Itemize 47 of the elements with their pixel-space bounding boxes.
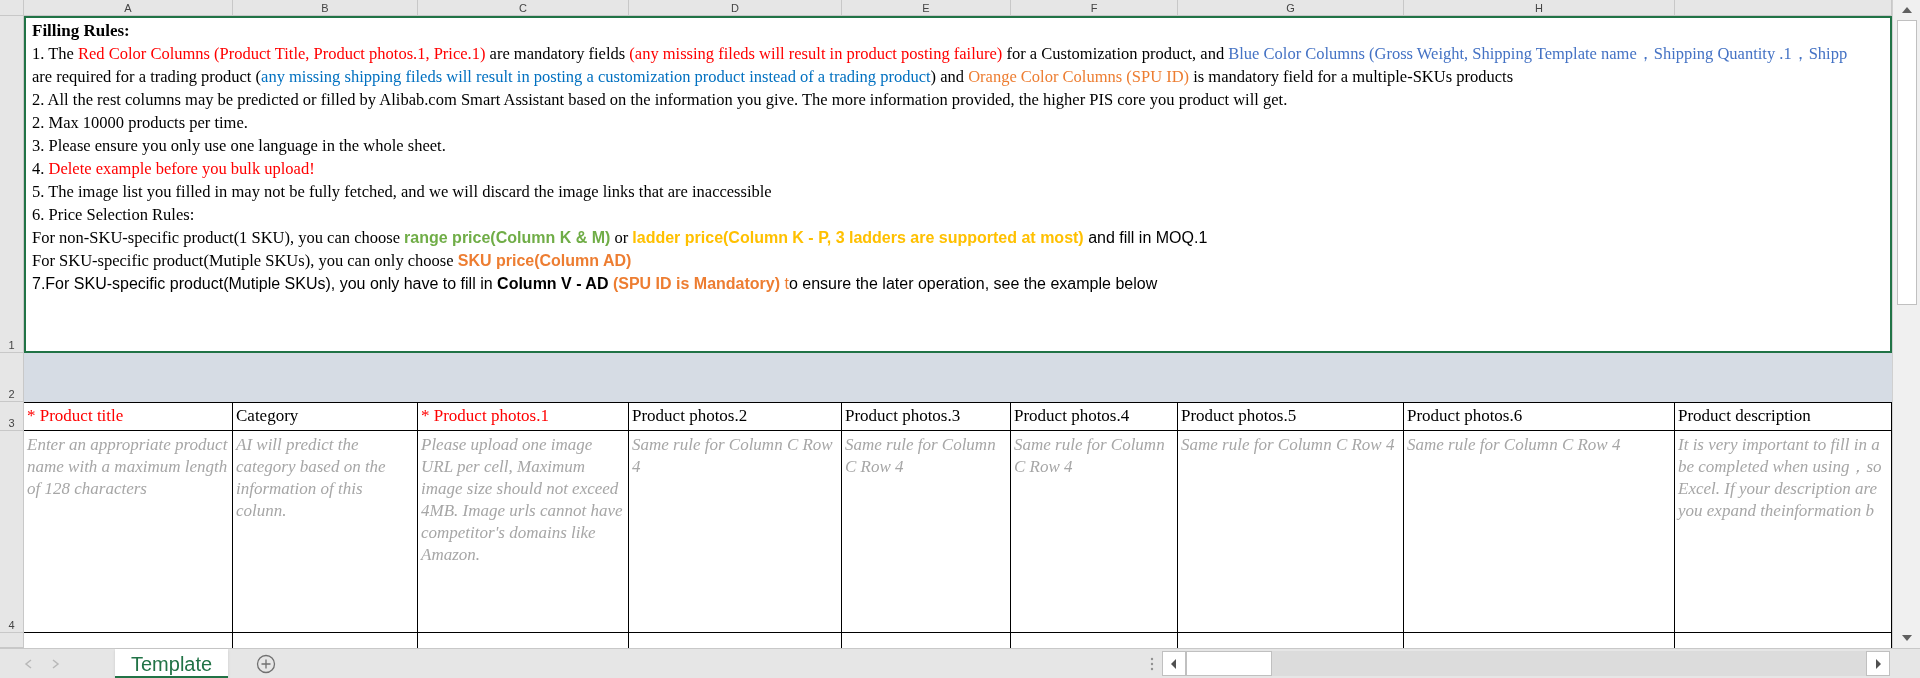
- rule-line: 3. Please ensure you only use one language in the whole sheet.: [32, 135, 446, 157]
- table-header-cell: * Product photos.1: [418, 402, 629, 431]
- sheet-tab[interactable]: Template: [115, 649, 229, 678]
- horizontal-scrollbar[interactable]: [1162, 651, 1890, 676]
- scrollbar-thumb[interactable]: [1896, 20, 1917, 305]
- scroll-right-icon[interactable]: [1874, 657, 1882, 670]
- hint-text: Please upload one image URL per cell, Maximum image size should not exceed 4MB. Image urls cannot have competitor's domains like Amazon.: [421, 434, 624, 566]
- rule-line: 7.For SKU-specific product(Mutiple SKUs), you only have to fill in Column V - AD (SPU ID is Mandatory) to ensure the later operation, see the example below: [32, 274, 1158, 294]
- rule-line: 1. The Red Color Columns (Product Title, Product photos.1, Price.1) are mandatory fields (any missing fileds will result in product posting failure) for a Customization product, and Blue Color Columns (Gross Weight, Shipping Template name，Shipping Quantity .1，Shipp: [32, 43, 1848, 65]
- hint-text: Same rule for Column C Row 4: [845, 434, 997, 478]
- table-header-cell: Product photos.2: [629, 402, 842, 431]
- rules-title: Filling Rules:: [32, 20, 131, 42]
- table-header-cell: Product photos.3: [842, 402, 1011, 431]
- rule-line: 2. Max 10000 products per time.: [32, 112, 248, 134]
- rule-line: 2. All the rest columns may be predicted or filled by Alibab.com Smart Assistant based on the information you give. The more information provided, the higher PIS core you product will get.: [32, 89, 1288, 111]
- table-header-cell: Product photos.6: [1404, 402, 1675, 431]
- hint-text: Same rule for Column C Row 4: [1014, 434, 1166, 478]
- splitter-handle-icon[interactable]: [1150, 656, 1154, 671]
- rule-line: 5. The image list you filled in may not be fully fetched, and we will discard the image links that are inaccessible: [32, 181, 772, 203]
- rule-line: are required for a trading product (any missing shipping fileds will result in posting a customization product instead of a trading product) and Orange Color Columns (SPU ID) is mandatory field for a multiple-SKUs products: [32, 66, 1514, 88]
- table-header-cell: Product photos.4: [1011, 402, 1178, 431]
- hint-text: AI will predict the category based on the information of this colunn.: [236, 434, 387, 522]
- row-header[interactable]: [0, 633, 24, 648]
- table-header-cell: Category: [233, 402, 418, 431]
- table-header-cell: Product description: [1675, 402, 1892, 431]
- scroll-left-icon[interactable]: [1170, 657, 1178, 670]
- row-header[interactable]: 2: [0, 353, 24, 402]
- hint-text: It is very important to fill in a be completed when using，so Excel. If your description are you expand theinformation b: [1678, 434, 1883, 522]
- add-sheet-icon[interactable]: [256, 653, 277, 674]
- next-sheet-icon[interactable]: [52, 658, 60, 669]
- row-header[interactable]: 4: [0, 431, 24, 633]
- hint-text: Enter an appropriate product name with a maximum length of 128 characters: [27, 434, 229, 500]
- hint-text: Same rule for Column C Row 4: [632, 434, 834, 478]
- hint-text: Same rule for Column C Row 4: [1407, 434, 1622, 456]
- rule-line: 6. Price Selection Rules:: [32, 204, 195, 226]
- row-header[interactable]: 1: [0, 16, 24, 353]
- previous-sheet-icon[interactable]: [24, 658, 32, 669]
- row-header[interactable]: 3: [0, 402, 24, 431]
- scrollbar-thumb[interactable]: [1186, 651, 1272, 676]
- rules-cell[interactable]: [24, 16, 1892, 353]
- vertical-scrollbar[interactable]: [1892, 0, 1920, 648]
- rule-line: For non-SKU-specific product(1 SKU), you can choose range price(Column K & M) or ladder price(Column K - P, 3 ladders are supported at most) and fill in MOQ.1: [32, 227, 1208, 249]
- rule-line: 4. Delete example before you bulk upload!: [32, 158, 315, 180]
- table-header-cell: * Product title: [24, 402, 233, 431]
- hint-text: Same rule for Column C Row 4: [1181, 434, 1396, 456]
- rule-line: For SKU-specific product(Mutiple SKUs), you can only choose SKU price(Column AD): [32, 250, 632, 272]
- table-header-cell: Product photos.5: [1178, 402, 1404, 431]
